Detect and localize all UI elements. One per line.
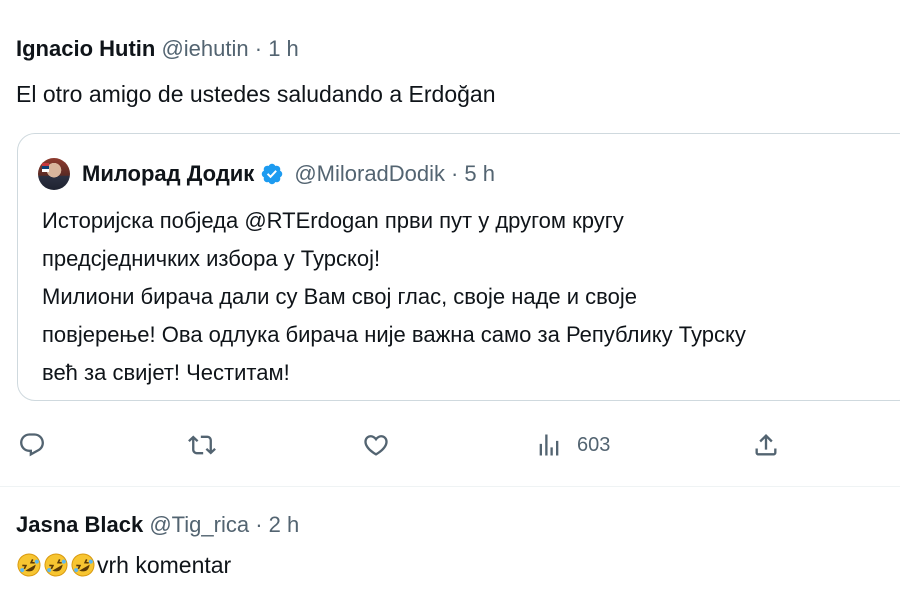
quoted-text-line: Историјска побједа @RTErdogan први пут у…: [42, 208, 624, 233]
views-count: 603: [577, 433, 611, 456]
author-handle[interactable]: @iehutin: [161, 36, 248, 61]
separator: ·: [255, 512, 263, 537]
quoted-text-line: већ за свијет! Честитам!: [42, 360, 290, 385]
rolling-on-floor-laughing-emoji-icon: [16, 552, 42, 578]
reply-button[interactable]: [18, 428, 46, 462]
heart-icon: [364, 435, 388, 456]
separator: ·: [254, 36, 263, 61]
reply-timestamp[interactable]: 2 h: [269, 512, 300, 537]
action-bar: 603: [0, 420, 900, 470]
divider: [0, 486, 900, 487]
reply-header: Jasna Black @Tig_rica · 2 h: [16, 510, 299, 540]
views-icon: [539, 434, 559, 456]
quoted-author-name[interactable]: Милорад Додик: [82, 161, 254, 187]
like-button[interactable]: [362, 428, 390, 462]
quoted-text-line: повјерење! Ова одлука бирача није важна …: [42, 322, 746, 347]
share-icon: [755, 434, 777, 456]
quoted-timestamp[interactable]: 5 h: [464, 161, 495, 187]
reply-author-name[interactable]: Jasna Black: [16, 512, 143, 537]
views-button[interactable]: 603: [535, 428, 610, 462]
separator: ·: [451, 161, 459, 186]
reply-text: vrh komentar: [16, 549, 231, 581]
verified-badge-icon: [260, 162, 284, 186]
quoted-author-handle[interactable]: @MiloradDodik: [294, 161, 445, 187]
reply-author-handle[interactable]: @Tig_rica: [149, 512, 249, 537]
quoted-tweet-text: Историјска побједа @RTErdogan први пут у…: [42, 202, 746, 392]
quoted-tweet-card[interactable]: Милорад Додик @MiloradDodik · 5 h Истори…: [17, 133, 900, 401]
timeline: Ignacio Hutin @iehutin · 1 h El otro ami…: [0, 0, 900, 600]
tweet-header: Ignacio Hutin @iehutin · 1 h: [16, 34, 299, 64]
retweet-icon: [188, 435, 216, 455]
timestamp[interactable]: 1 h: [268, 36, 299, 61]
share-button[interactable]: [752, 428, 780, 462]
tweet-text: El otro amigo de ustedes saludando a Erd…: [16, 81, 496, 107]
quoted-tweet-header: Милорад Додик @MiloradDodik · 5 h: [38, 156, 495, 192]
rolling-on-floor-laughing-emoji-icon: [70, 552, 96, 578]
tweet[interactable]: Ignacio Hutin @iehutin · 1 h El otro ami…: [0, 0, 900, 487]
author-name[interactable]: Ignacio Hutin: [16, 36, 155, 61]
rolling-on-floor-laughing-emoji-icon: [43, 552, 69, 578]
reply-text-content: vrh komentar: [97, 552, 232, 578]
retweet-button[interactable]: [188, 428, 216, 462]
flag-icon: [42, 163, 49, 172]
quoted-text-line: Милиони бирача дали су Вам свој глас, св…: [42, 284, 637, 309]
avatar[interactable]: [38, 158, 70, 190]
quoted-text-line: предсједничких избора у Турској!: [42, 246, 381, 271]
reply-icon: [20, 433, 44, 457]
